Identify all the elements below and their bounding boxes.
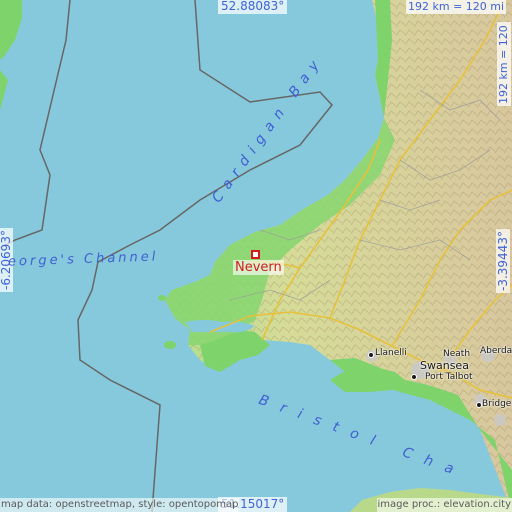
east-coordinate-label: -3.39443° xyxy=(496,229,510,293)
town-label-swansea: Swansea xyxy=(420,359,469,372)
map-view[interactable]: 52.88083° 51.15017° -6.20693° -3.39443° … xyxy=(0,0,512,512)
town-label-neath: Neath xyxy=(443,349,471,359)
town-label-bridgend: Bridge xyxy=(482,399,512,409)
vertical-scale-container: 192 km = 120 mi xyxy=(497,22,512,106)
north-coordinate-label: 52.88083° xyxy=(218,0,288,14)
city-marker-swansea xyxy=(411,374,417,380)
horizontal-scale-label: 192 km = 120 mi xyxy=(406,0,507,14)
highlighted-place-label[interactable]: Nevern xyxy=(233,260,284,275)
town-label-aberdare: Aberda xyxy=(480,346,512,356)
town-label-llanelli: Llanelli xyxy=(375,348,407,358)
city-marker-llanelli xyxy=(368,352,374,358)
east-coordinate-container: -3.39443° xyxy=(496,221,512,293)
location-pin-icon[interactable] xyxy=(251,250,260,259)
town-label-port-talbot: Port Talbot xyxy=(425,372,473,382)
map-credit: map data: openstreetmap, style: opentopo… xyxy=(0,498,240,512)
image-credit: image proc.: elevation.city xyxy=(376,498,512,512)
island xyxy=(164,341,176,349)
vertical-scale-label: 192 km = 120 mi xyxy=(497,22,511,106)
